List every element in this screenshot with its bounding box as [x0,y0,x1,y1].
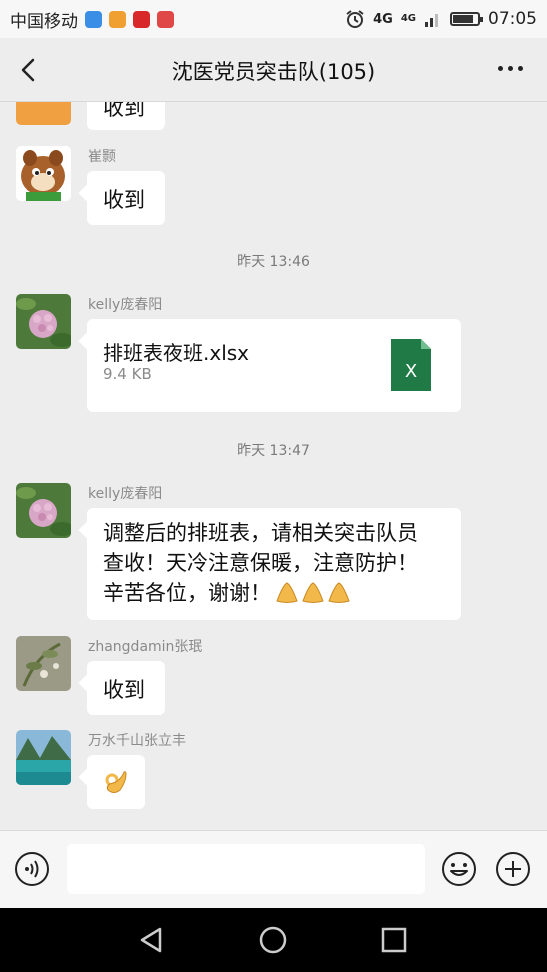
notification-app-icon-1 [85,10,102,28]
ok-hand-emoji [105,771,127,793]
timestamp-label: 昨天 13:46 [237,254,310,270]
chat-message: 崔颢 收到 [16,146,516,226]
emoji-bubble[interactable] [87,755,145,809]
chat-message: kelly庞春阳 排班表夜班.xlsx 9.4 KB X [16,294,516,414]
file-bubble[interactable]: 排班表夜班.xlsx 9.4 KB X [87,319,461,412]
message-text-line-1: 调整后的排班表，请相关突击队员 [103,521,418,545]
voice-icon[interactable] [14,851,50,887]
chat-title: 沈医党员突击队(105) [171,60,376,84]
dot [518,66,523,71]
notification-app-icon-4 [157,10,174,28]
timestamp-label: 昨天 13:47 [237,443,310,459]
network-4g-label-2: 4G [400,13,416,24]
system-nav-bar [0,908,547,972]
chipmunk-avatar[interactable] [16,146,71,201]
sender-name: 崔颢 [88,149,116,165]
dot [498,66,503,71]
more-dots-icon[interactable] [498,66,523,71]
chat-area[interactable]: 收到 崔颢 收到 昨天 13:46 kelly庞春阳 排班表夜班.xlsx 9.… [0,102,547,830]
battery-icon [450,12,483,26]
circle-home-icon[interactable] [257,924,289,956]
chat-message: zhangdamin张珉 收到 [16,636,516,716]
status-right: 4G 4G 07:05 [345,9,537,29]
message-text-line-3: 辛苦各位，谢谢！ [103,578,445,608]
network-4g-label: 4G [373,11,393,27]
message-text: 收到 [103,678,145,702]
triangle-back-icon[interactable] [136,924,168,956]
smiley-icon[interactable] [441,851,477,887]
sender-name: kelly庞春阳 [88,297,163,313]
praying-hands-emoji [276,582,350,603]
message-text: 辛苦各位，谢谢！ [103,581,271,605]
chat-message: kelly庞春阳 调整后的排班表，请相关突击队员 查收！天冷注意保暖，注意防护！… [16,483,516,623]
flower-avatar-image [16,483,71,538]
chat-message: 万水千山张立丰 [16,730,516,820]
file-size: 9.4 KB [103,365,152,383]
clock-time: 07:05 [488,9,537,29]
message-text-line-2: 查收！天冷注意保暖，注意防护！ [103,551,418,575]
status-left: 中国移动 [10,7,174,32]
carrier-label: 中国移动 [10,11,78,32]
lake-avatar[interactable] [16,730,71,785]
file-name: 排班表夜班.xlsx [103,341,250,365]
flower-avatar-image [16,294,71,349]
sender-name: zhangdamin张珉 [88,639,203,655]
message-input[interactable] [67,844,425,894]
sender-name: 万水千山张立丰 [88,733,186,749]
message-text: 收到 [103,102,145,120]
alarm-clock-icon [346,10,364,28]
message-text: 收到 [103,188,145,212]
message-bubble[interactable]: 收到 [87,102,165,130]
input-bar [0,830,547,908]
orange-avatar[interactable] [16,102,71,125]
message-bubble[interactable]: 调整后的排班表，请相关突击队员 查收！天冷注意保暖，注意防护！ 辛苦各位，谢谢！ [87,508,461,620]
flower-avatar[interactable] [16,483,71,538]
chipmunk-avatar-image [16,146,71,201]
plant-avatar[interactable] [16,636,71,691]
message-bubble[interactable]: 收到 [87,171,165,225]
chat-message: 收到 [16,102,516,130]
status-bar: 中国移动 4G 4G 07:05 [0,0,547,38]
lake-avatar-image [16,730,71,785]
message-bubble[interactable]: 收到 [87,661,165,715]
excel-letter: X [405,361,417,382]
sender-name: kelly庞春阳 [88,486,163,502]
notification-app-icon-2 [109,10,126,28]
flower-avatar[interactable] [16,294,71,349]
plus-icon[interactable] [495,851,531,887]
signal-icon [425,14,438,27]
chat-header: 沈医党员突击队(105) [0,38,547,102]
plant-avatar-image [16,636,71,691]
notification-app-icon-3 [133,10,150,28]
excel-file-icon: X [391,339,431,391]
square-recent-icon[interactable] [378,924,410,956]
battery-fill [453,15,474,23]
dot [508,66,513,71]
